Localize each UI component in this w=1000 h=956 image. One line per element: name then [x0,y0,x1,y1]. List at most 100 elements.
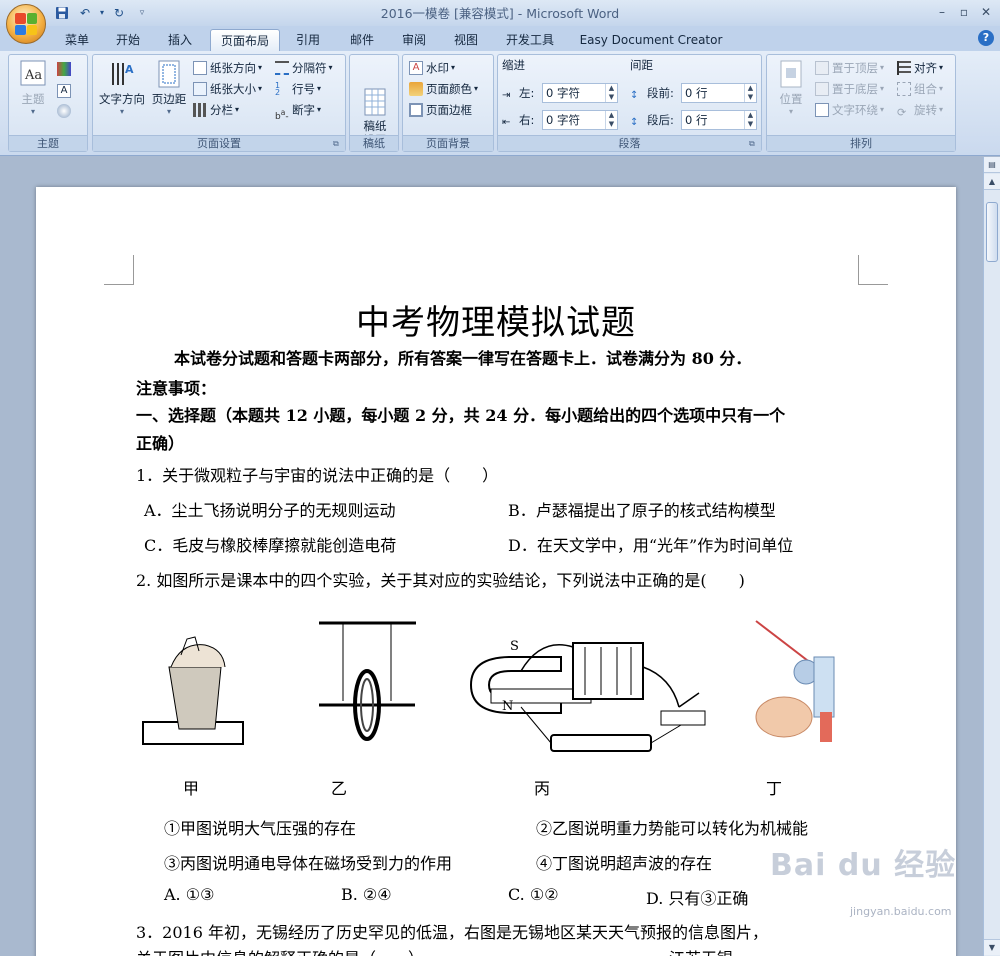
columns-button[interactable]: 分栏 ▾ [193,100,239,120]
space-after-icon: ↕ [630,117,639,128]
figure-jia-cup-experiment [142,636,244,745]
draft-group-label: 稿纸 [350,135,398,151]
q2-option-d: D. 只有③正确 [646,889,749,908]
breaks-button[interactable]: 分隔符 ▾ [275,58,333,78]
tab-view[interactable]: 视图 [448,29,484,51]
tab-menu[interactable]: 菜单 [60,29,94,51]
q1-option-d: D．在天文学中，用“光年”作为时间单位 [508,536,794,555]
position-button[interactable]: 位置 ▾ [771,59,811,116]
theme-fonts-icon: A [57,84,71,98]
figure-bing-motor-circuit [469,642,706,752]
send-to-back-icon [815,82,829,96]
tab-references[interactable]: 引用 [290,29,326,51]
indent-left-icon: ⇥ [502,90,511,101]
breaks-icon [275,61,289,75]
restore-icon[interactable]: ▫ [954,3,974,21]
tab-developer[interactable]: 开发工具 [500,29,560,51]
vertical-scrollbar[interactable]: ▤ ▲ ▼ [983,157,1000,956]
q1-option-c: C．毛皮与橡胶棒摩擦就能创造电荷 [144,536,397,555]
group-button[interactable]: 组合 ▾ [897,79,943,99]
hyphenation-icon: ba- [275,108,289,122]
tab-review[interactable]: 审阅 [396,29,432,51]
crop-mark [858,255,888,285]
space-before-input[interactable]: 0 行 ▲ ▼ [681,83,757,103]
tab-mailings[interactable]: 邮件 [344,29,380,51]
chevron-down-icon: ▾ [474,84,479,93]
svg-text:A: A [125,63,134,76]
document-title: 中考物理模拟试题 [356,303,636,343]
send-to-back-button[interactable]: 置于底层 ▾ [815,79,884,99]
indent-right-input[interactable]: 0 字符 ▲ ▼ [542,110,618,130]
space-after-label: ↕ 段后: [630,113,674,128]
spinner-arrows-icon[interactable]: ▲ ▼ [605,111,617,129]
text-direction-button[interactable]: A 文字方向 ▾ [97,59,147,116]
line-numbers-icon: 12 [275,81,281,97]
notice-heading: 注意事项： [136,379,217,398]
q2-option-c: C. ①② [508,885,559,904]
scroll-up-icon[interactable]: ▲ [984,174,1000,190]
scroll-thumb[interactable] [986,202,998,262]
margins-button[interactable]: 页边距 ▾ [149,59,189,116]
figure-label-n: N [502,699,514,714]
minimize-icon[interactable]: – [932,3,952,21]
q3-side-label: 江苏无锡 [669,945,733,956]
chevron-down-icon: ▾ [166,107,171,116]
spinner-arrows-icon[interactable]: ▲ ▼ [744,84,756,102]
indent-left-input[interactable]: 0 字符 ▲ ▼ [542,83,618,103]
text-direction-icon: A [109,59,135,89]
page-borders-button[interactable]: 页面边框 [409,100,472,120]
question-1: 1．关于微观粒子与宇宙的说法中正确的是（ ） [136,466,499,485]
figure-caption-jia: 甲 [183,779,200,798]
help-icon[interactable]: ? [978,30,994,46]
question-2: 2. 如图所示是课本中的四个实验，关于其对应的实验结论，下列说法中正确的是( ) [136,571,745,590]
q2-option-b: B. ②④ [341,885,392,904]
page-color-icon [409,82,423,96]
line-numbers-button[interactable]: 1 2 行号 ▾ [275,79,321,99]
tab-easy-document-creator[interactable]: Easy Document Creator [576,29,726,51]
bring-to-front-button[interactable]: 置于顶层 ▾ [815,58,884,78]
text-wrap-button[interactable]: 文字环绕 ▾ [815,100,884,120]
tab-home[interactable]: 开始 [110,29,146,51]
chevron-down-icon: ▾ [939,63,944,72]
q1-option-a: A．尘土飞扬说明分子的无规则运动 [144,501,396,520]
ruler-toggle-icon[interactable]: ▤ [984,157,1000,173]
rotate-button[interactable]: ⟳ 旋转 ▾ [897,100,943,120]
spinner-arrows-icon[interactable]: ▲ ▼ [744,111,756,129]
theme-colors-button[interactable] [57,59,74,79]
office-button[interactable] [6,4,46,44]
figure-ding-sound-experiment [755,620,835,742]
position-icon [778,59,804,89]
theme-fonts-button[interactable]: A [57,81,74,101]
close-icon[interactable]: ✕ [976,3,996,21]
theme-effects-button[interactable] [57,101,74,121]
figure-label-s: S [510,639,519,654]
baidu-watermark-url: jingyan.baidu.com [850,905,952,918]
dialog-launcher-icon[interactable]: ⧉ [333,139,343,149]
watermark-button[interactable]: A 水印 ▾ [409,58,455,78]
tab-insert[interactable]: 插入 [162,29,198,51]
spinner-arrows-icon[interactable]: ▲ ▼ [605,84,617,102]
question-3-line2: 关于图片中信息的解释正确的是（ ） [136,945,424,956]
align-button[interactable]: 对齐 ▾ [897,58,943,78]
dialog-launcher-icon[interactable]: ⧉ [749,139,759,149]
figure-caption-ding: 丁 [766,779,783,798]
space-before-icon: ↕ [630,90,639,101]
size-button[interactable]: 纸张大小 ▾ [193,79,262,99]
page-setup-group-label: 页面设置 [93,135,345,151]
page-color-button[interactable]: 页面颜色 ▾ [409,79,478,99]
orientation-button[interactable]: 纸张方向 ▾ [193,58,262,78]
chevron-down-icon: ▾ [258,84,263,93]
q2-option-a: A. ①③ [164,885,215,904]
title-bar: ↶ ▾ ↻ ▿ 2016一模卷 [兼容模式] - Microsoft Word … [0,0,1000,26]
scroll-down-icon[interactable]: ▼ [984,939,1000,955]
space-after-input[interactable]: 0 行 ▲ ▼ [681,110,757,130]
page-setup-group: A 文字方向 ▾ 页边距 ▾ 纸张方向 ▾ 纸张大小 ▾ 分栏 ▾ 分隔符 ▾ 1 2 行号… [92,54,346,152]
q2-statement-1: ①甲图说明大气压强的存在 [164,819,357,838]
paragraph-group-label: 段落 [498,135,761,151]
chevron-down-icon: ▾ [317,105,322,114]
arrange-group: 位置 ▾ 置于顶层 ▾ 置于底层 ▾ 文字环绕 ▾ 对齐 ▾ 组合 ▾ ⟳ 旋转 ▾ 排列 [766,54,956,152]
hyphenation-button[interactable]: ba- 断字 ▾ [275,100,322,122]
chevron-down-icon: ▾ [235,105,240,114]
tab-page-layout[interactable]: 页面布局 [210,29,280,51]
theme-button[interactable]: Aa 主题 ▾ [15,59,51,116]
